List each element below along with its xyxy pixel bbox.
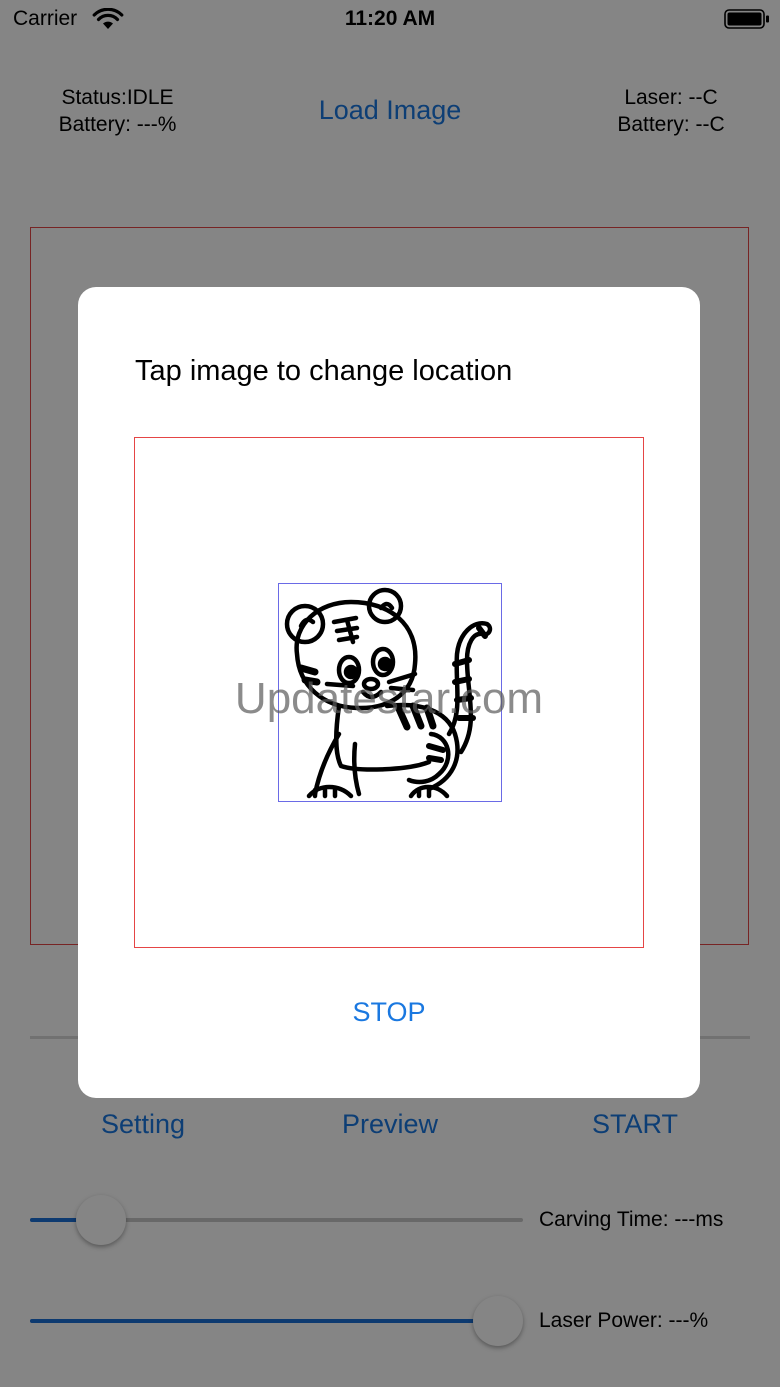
dialog-title: Tap image to change location bbox=[135, 355, 513, 387]
stop-button[interactable]: STOP bbox=[78, 997, 700, 1028]
location-dialog: Tap image to change location Updatestar.… bbox=[78, 287, 700, 1098]
watermark-text: Updatestar.com bbox=[234, 674, 544, 723]
placement-canvas[interactable]: Updatestar.com bbox=[134, 437, 644, 948]
